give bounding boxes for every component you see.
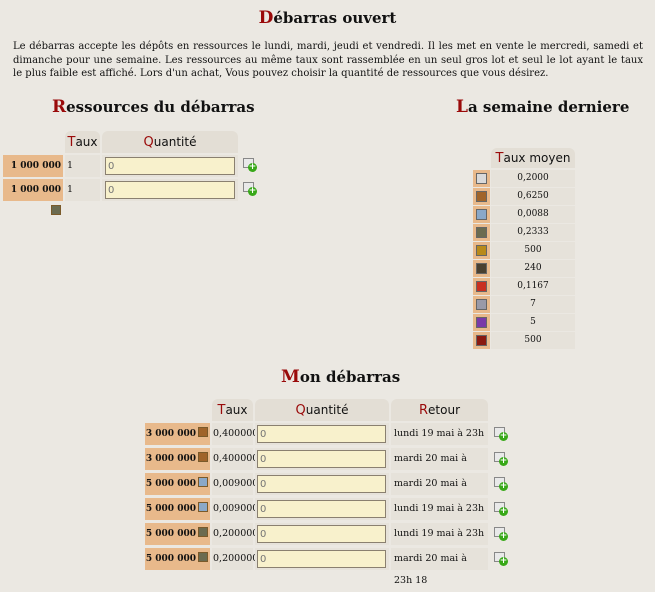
- row-taux: 0,200000: [212, 523, 258, 545]
- plus-icon: +: [499, 456, 508, 466]
- avg-rate-row: 0,6250: [473, 188, 575, 205]
- wood-icon: [198, 452, 208, 462]
- row-quantity: 5 000 000: [145, 473, 210, 495]
- plus-icon: +: [499, 431, 508, 441]
- quantity-input[interactable]: [257, 550, 386, 568]
- silver-icon: [476, 299, 487, 310]
- plus-icon: +: [499, 506, 508, 516]
- add-to-cart-button[interactable]: +: [492, 452, 508, 466]
- ore-icon: [198, 552, 208, 562]
- avg-rate-value: 5: [491, 314, 575, 331]
- row-retour: mardi 20 mai à 23h 18: [391, 448, 488, 486]
- quantity-input[interactable]: [257, 525, 386, 543]
- plus-icon: +: [499, 556, 508, 566]
- ressources-heading: Ressources du débarras: [52, 97, 255, 117]
- ore-icon: [198, 527, 208, 537]
- avg-rate-value: 500: [491, 332, 575, 349]
- row-retour: lundi 19 mai à 23h 32: [391, 423, 488, 461]
- wood-icon: [198, 427, 208, 437]
- mon-debarras-heading: Mon débarras: [281, 367, 401, 387]
- avg-rate-row: 0,0088: [473, 206, 575, 223]
- crystal-icon: [198, 477, 208, 487]
- plus-icon: +: [499, 481, 508, 491]
- avg-rate-value: 0,1167: [491, 278, 575, 295]
- avg-rate-value: 0,2333: [491, 224, 575, 241]
- quantity-input[interactable]: [105, 181, 235, 199]
- plus-icon: +: [248, 186, 257, 196]
- coal-icon: [476, 263, 487, 274]
- quantity-input[interactable]: [257, 425, 386, 443]
- avg-rate-value: 0,6250: [491, 188, 575, 205]
- avg-rate-row: 0,1167: [473, 278, 575, 295]
- row-taux: 0,200000: [212, 548, 258, 570]
- avg-rate-value: 500: [491, 242, 575, 259]
- quantity-input[interactable]: [257, 450, 386, 468]
- quantity-input[interactable]: [257, 475, 386, 493]
- mon-col-taux-header: Taux: [212, 399, 253, 421]
- row-taux: 0,400000: [212, 423, 258, 445]
- add-to-cart-button[interactable]: +: [492, 427, 508, 441]
- avg-rate-row: 240: [473, 260, 575, 277]
- row-taux: 0,009000: [212, 498, 258, 520]
- row-quantity: 3 000 000: [145, 423, 210, 445]
- row-taux: 1: [65, 155, 100, 177]
- row-quantity: 1 000 000: [3, 155, 63, 191]
- add-to-cart-button[interactable]: +: [492, 477, 508, 491]
- row-quantity: 5 000 000: [145, 548, 210, 570]
- avg-rate-value: 0,2000: [491, 170, 575, 187]
- gold-icon: [476, 245, 487, 256]
- add-to-cart-button[interactable]: +: [492, 527, 508, 541]
- wood-icon: [476, 191, 487, 202]
- avg-rate-row: 500: [473, 242, 575, 259]
- row-taux: 0,009000: [212, 473, 258, 495]
- avg-rate-row: 5: [473, 314, 575, 331]
- avg-rate-row: 0,2333: [473, 224, 575, 241]
- plus-icon: +: [248, 162, 257, 172]
- avg-rate-row: 7: [473, 296, 575, 313]
- avg-rate-row: 0,2000: [473, 170, 575, 187]
- semaine-heading: La semaine derniere: [456, 97, 630, 117]
- row-quantity: 5 000 000: [145, 523, 210, 545]
- page-title: Débarras ouvert: [258, 8, 397, 28]
- plus-icon: +: [499, 531, 508, 541]
- ruby-icon: [476, 281, 487, 292]
- col-quantite-header: Quantité: [102, 131, 238, 153]
- crystal-icon: [198, 502, 208, 512]
- row-retour: lundi 19 mai à 23h 32: [391, 523, 488, 561]
- row-taux: 1: [65, 179, 100, 201]
- row-retour: mardi 20 mai à 23h 18: [391, 548, 488, 586]
- row-quantity: 1 000 000: [3, 179, 63, 215]
- quantity-input[interactable]: [257, 500, 386, 518]
- row-retour: lundi 19 mai à 23h 31: [391, 498, 488, 536]
- col-taux-moyen-header: Taux moyen: [491, 148, 575, 168]
- avg-rate-value: 240: [491, 260, 575, 277]
- intro-text: Le débarras accepte les dépôts en ressou…: [13, 41, 643, 79]
- add-to-cart-button[interactable]: +: [492, 502, 508, 516]
- avg-rate-row: 500: [473, 332, 575, 349]
- row-quantity: 3 000 000: [145, 448, 210, 470]
- add-to-cart-button[interactable]: +: [241, 182, 257, 196]
- add-to-cart-button[interactable]: +: [492, 552, 508, 566]
- mon-col-quantite-header: Quantité: [255, 399, 389, 421]
- row-quantity: 5 000 000: [145, 498, 210, 520]
- col-taux-header: Taux: [65, 131, 100, 153]
- avg-rate-value: 7: [491, 296, 575, 313]
- crystal-icon: [476, 209, 487, 220]
- quantity-input[interactable]: [105, 157, 235, 175]
- row-retour: mardi 20 mai à 23h 19: [391, 473, 488, 511]
- brick-icon: [476, 335, 487, 346]
- stone-icon: [476, 173, 487, 184]
- gem-icon: [476, 317, 487, 328]
- ore-icon: [51, 205, 61, 215]
- avg-rate-value: 0,0088: [491, 206, 575, 223]
- mon-col-retour-header: Retour: [391, 399, 488, 421]
- add-to-cart-button[interactable]: +: [241, 158, 257, 172]
- row-taux: 0,400000: [212, 448, 258, 470]
- ore-icon: [476, 227, 487, 238]
